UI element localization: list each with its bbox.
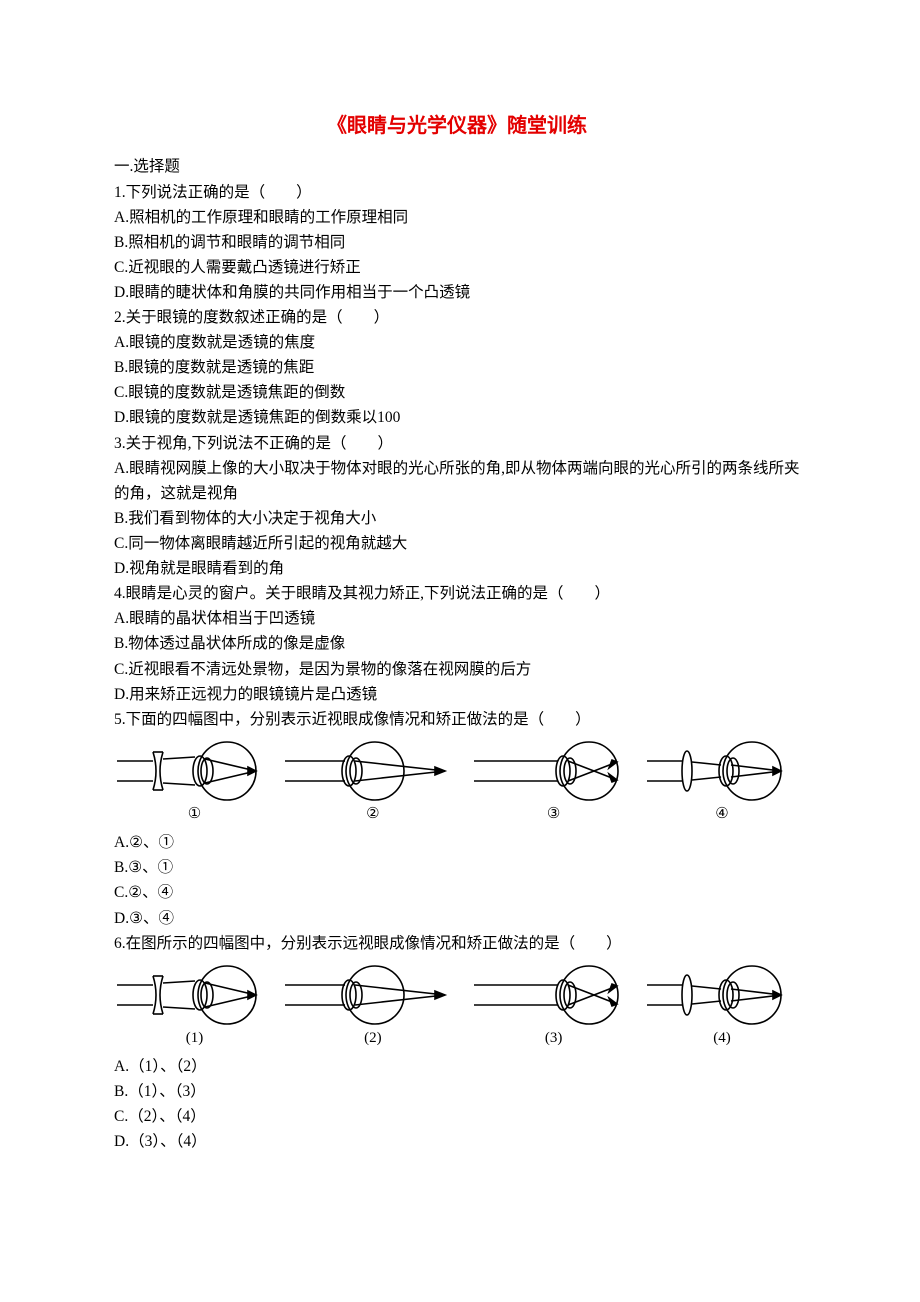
q6-label-1: (1) [117,1026,272,1050]
page-title: 《眼睛与光学仪器》随堂训练 [114,110,800,142]
q2-option-d: D.眼镜的度数就是透镜焦距的倒数乘以100 [114,405,800,430]
q6-diagrams: (1) (2) [114,964,800,1050]
q1-stem: 1.下列说法正确的是（ ） [114,180,800,205]
q5-label-2: ② [285,802,460,826]
q5-label-4: ④ [647,802,797,826]
q2-option-b: B.眼镜的度数就是透镜的焦距 [114,355,800,380]
q6-option-c: C.（2）、（4） [114,1104,800,1129]
q6-stem: 6.在图所示的四幅图中，分别表示远视眼成像情况和矫正做法的是（ ） [114,931,800,956]
eye-diagram-8-icon [647,964,797,1026]
q1-option-c: C.近视眼的人需要戴凸透镜进行矫正 [114,255,800,280]
q6-label-3: (3) [474,1026,634,1050]
q3-stem: 3.关于视角,下列说法不正确的是（ ） [114,431,800,456]
q6-option-b: B.（1）、（3） [114,1079,800,1104]
q3-option-b: B.我们看到物体的大小决定于视角大小 [114,506,800,531]
q5-option-b: B.③、① [114,855,800,880]
q4-stem: 4.眼睛是心灵的窗户。关于眼睛及其视力矫正,下列说法正确的是（ ） [114,581,800,606]
eye-diagram-2-icon [285,740,460,802]
q2-option-a: A.眼镜的度数就是透镜的焦度 [114,330,800,355]
q1-option-d: D.眼睛的睫状体和角膜的共同作用相当于一个凸透镜 [114,280,800,305]
eye-diagram-5-icon [117,964,272,1026]
q1-option-b: B.照相机的调节和眼睛的调节相同 [114,230,800,255]
q3-option-c: C.同一物体离眼睛越近所引起的视角就越大 [114,531,800,556]
eye-diagram-6-icon [285,964,460,1026]
q6-label-4: (4) [647,1026,797,1050]
q5-label-1: ① [117,802,272,826]
q5-option-c: C.②、④ [114,880,800,905]
q5-stem: 5.下面的四幅图中，分别表示近视眼成像情况和矫正做法的是（ ） [114,707,800,732]
q3-option-a: A.眼睛视网膜上像的大小取决于物体对眼的光心所张的角,即从物体两端向眼的光心所引… [114,456,800,506]
q4-option-a: A.眼睛的晶状体相当于凹透镜 [114,606,800,631]
q6-label-2: (2) [285,1026,460,1050]
q3-option-d: D.视角就是眼睛看到的角 [114,556,800,581]
eye-diagram-1-icon [117,740,272,802]
q6-option-a: A.（1）、（2） [114,1054,800,1079]
eye-diagram-4-icon [647,740,797,802]
q5-label-3: ③ [474,802,634,826]
q5-option-a: A.②、① [114,830,800,855]
q4-option-b: B.物体透过晶状体所成的像是虚像 [114,631,800,656]
q2-option-c: C.眼镜的度数就是透镜焦距的倒数 [114,380,800,405]
q4-option-c: C.近视眼看不清远处景物，是因为景物的像落在视网膜的后方 [114,657,800,682]
q2-stem: 2.关于眼镜的度数叙述正确的是（ ） [114,305,800,330]
q1-option-a: A.照相机的工作原理和眼睛的工作原理相同 [114,205,800,230]
q6-option-d: D.（3）、（4） [114,1129,800,1154]
q5-option-d: D.③、④ [114,906,800,931]
eye-diagram-7-icon [474,964,634,1026]
section-heading: 一.选择题 [114,154,800,179]
q4-option-d: D.用来矫正远视力的眼镜镜片是凸透镜 [114,682,800,707]
eye-diagram-3-icon [474,740,634,802]
q5-diagrams: ① ② [114,740,800,826]
